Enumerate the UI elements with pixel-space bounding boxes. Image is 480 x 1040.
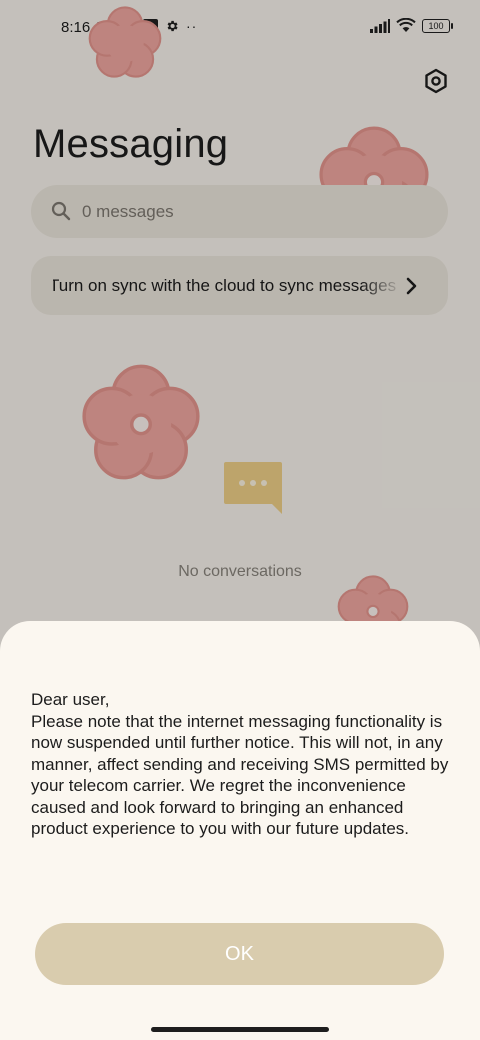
dialog-message: Dear user, Please note that the internet… (31, 689, 461, 840)
dialog-body: Please note that the internet messaging … (31, 711, 449, 839)
dialog-greeting: Dear user, (31, 690, 110, 709)
notice-dialog: Dear user, Please note that the internet… (0, 621, 480, 1040)
home-indicator[interactable] (151, 1027, 329, 1032)
ok-button[interactable]: OK (35, 923, 444, 985)
